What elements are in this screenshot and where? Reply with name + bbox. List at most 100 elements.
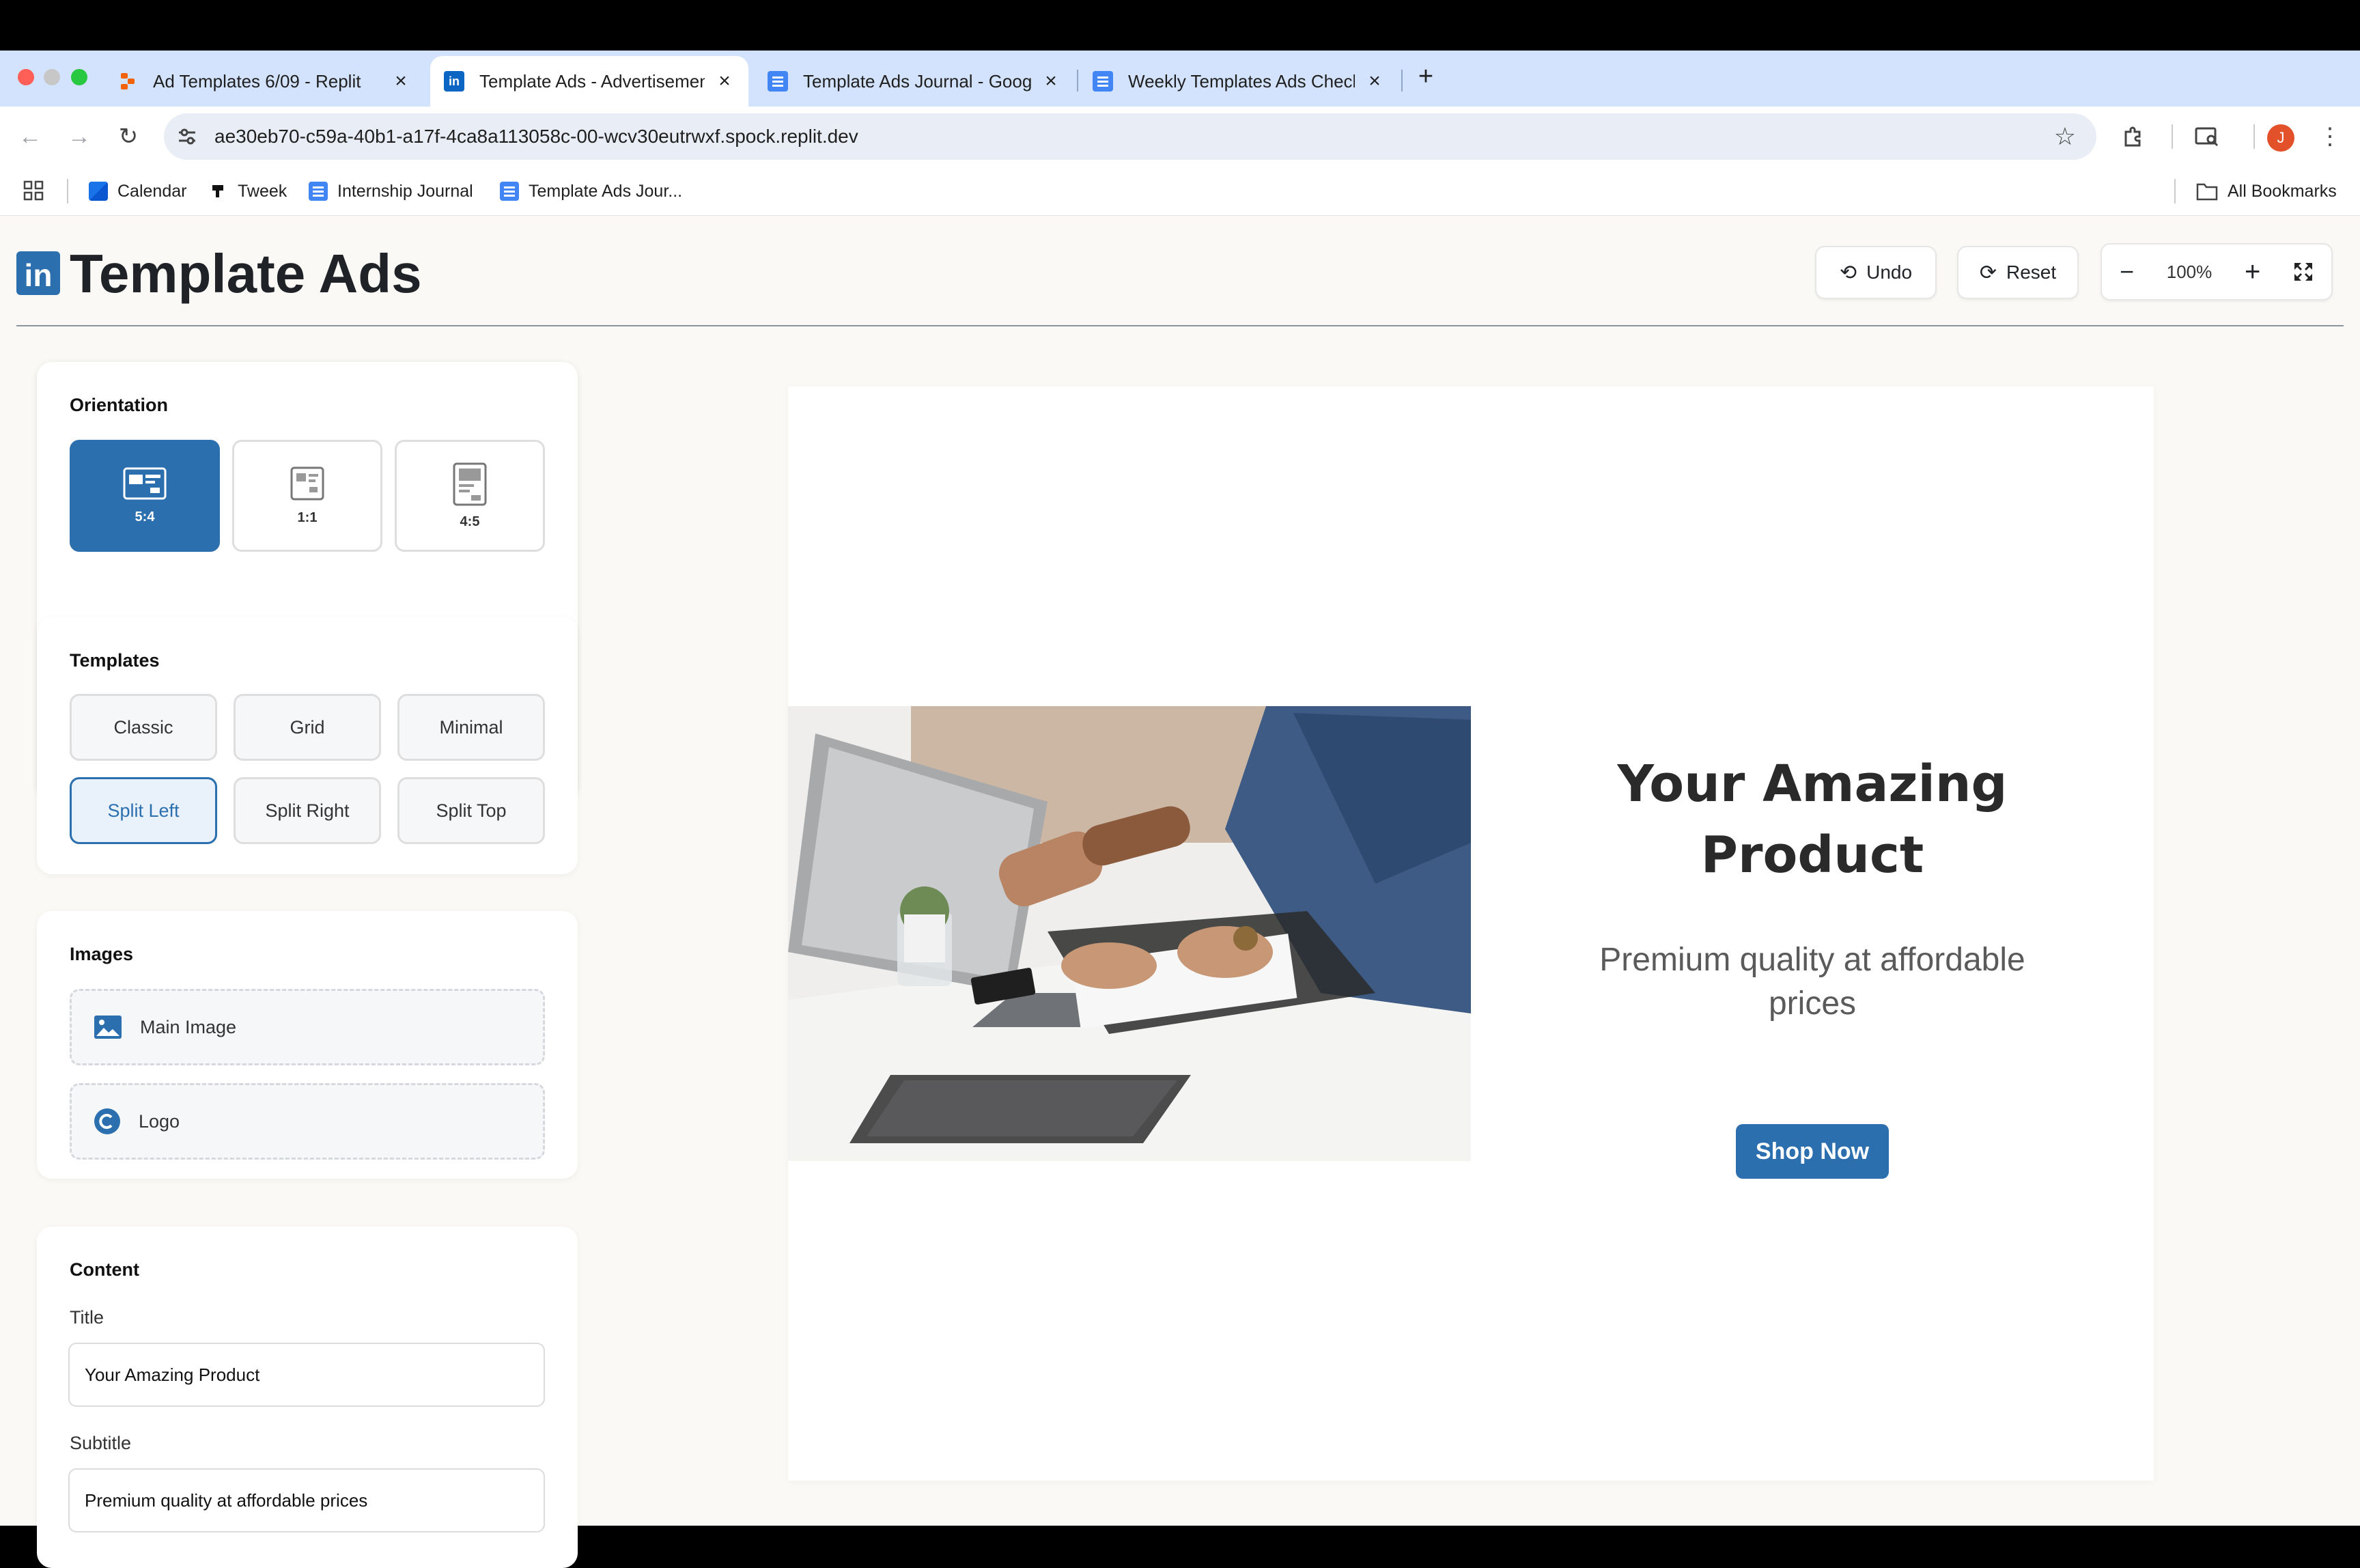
- google-docs-icon: [309, 182, 328, 201]
- reload-icon[interactable]: ↻: [112, 120, 145, 153]
- linkedin-icon: in: [444, 71, 464, 92]
- title-input[interactable]: Your Amazing Product: [68, 1343, 545, 1407]
- bookmark-internship-journal[interactable]: Internship Journal: [309, 176, 473, 206]
- ad-title: Your Amazing Product: [1471, 748, 2154, 891]
- kebab-menu-icon[interactable]: ⋮: [2314, 120, 2346, 153]
- images-card: Images Main Image Logo: [37, 911, 578, 1179]
- ad-subtitle-line: prices: [1768, 985, 1857, 1022]
- template-split-right[interactable]: Split Right: [234, 777, 381, 844]
- logo-label: Logo: [139, 1110, 180, 1132]
- ad-subtitle-line: Premium quality at affordable: [1599, 942, 2025, 978]
- reset-button[interactable]: ⟳ Reset: [1957, 246, 2079, 299]
- tab-title: Template Ads Journal - Google Docs: [803, 70, 1031, 92]
- google-docs-icon: [1093, 71, 1113, 92]
- shop-now-button[interactable]: Shop Now: [1736, 1124, 1889, 1179]
- reset-label: Reset: [2006, 262, 2057, 283]
- tab-title: Template Ads - Advertisement: [479, 70, 705, 92]
- bookmark-tweek[interactable]: Tweek: [209, 176, 287, 206]
- title-label: Title: [70, 1307, 104, 1328]
- undo-icon: ⟲: [1839, 261, 1857, 284]
- template-classic[interactable]: Classic: [70, 694, 217, 761]
- window-minimize-button[interactable]: [44, 69, 60, 85]
- orientation-5-4-option[interactable]: 5:4: [70, 440, 220, 552]
- tweek-icon: [209, 182, 228, 201]
- tab-close-icon[interactable]: ×: [1364, 70, 1385, 93]
- extensions-icon[interactable]: [2117, 120, 2150, 153]
- profile-avatar[interactable]: J: [2267, 124, 2294, 152]
- replit-icon: [117, 71, 138, 92]
- bookmark-star-icon[interactable]: ☆: [2054, 122, 2076, 151]
- tab-ad-templates[interactable]: Ad Templates 6/09 - Replit ×: [104, 56, 425, 107]
- template-grid[interactable]: Grid: [234, 694, 381, 761]
- orientation-heading: Orientation: [70, 395, 169, 415]
- bookmarks-bar: Calendar Tweek Internship Journal Templa…: [0, 167, 2360, 216]
- tab-title: Ad Templates 6/09 - Replit: [153, 70, 361, 92]
- site-settings-icon[interactable]: [176, 126, 203, 148]
- window-maximize-button[interactable]: [71, 69, 87, 85]
- tab-template-ads[interactable]: in Template Ads - Advertisement ×: [430, 56, 748, 107]
- ad-preview-canvas: Your Amazing Product Premium quality at …: [788, 387, 2154, 1481]
- zoom-controls: − 100% +: [2101, 243, 2333, 300]
- main-image-upload[interactable]: Main Image: [70, 989, 545, 1065]
- undo-label: Undo: [1866, 262, 1913, 283]
- tab-divider: [1077, 70, 1078, 92]
- tab-search-icon[interactable]: [2191, 120, 2223, 153]
- bookmark-template-ads-journal[interactable]: Template Ads Jour...: [500, 176, 682, 206]
- orientation-label: 1:1: [297, 509, 318, 525]
- browser-toolbar: ← → ↻ ae30eb70-c59a-40b1-a17f-4ca8a11305…: [0, 107, 2360, 167]
- bookmark-label: Template Ads Jour...: [529, 181, 683, 201]
- toolbar-divider: [2253, 124, 2255, 149]
- image-icon: [94, 1015, 122, 1039]
- template-split-left[interactable]: Split Left: [70, 777, 217, 844]
- logo-upload[interactable]: Logo: [70, 1083, 545, 1160]
- back-arrow-icon[interactable]: ←: [14, 120, 46, 153]
- tab-title: Weekly Templates Ads Check-in: [1128, 70, 1355, 92]
- orientation-label: 5:4: [135, 509, 155, 524]
- tab-weekly-check-in[interactable]: Weekly Templates Ads Check-in ×: [1079, 56, 1399, 107]
- new-tab-button[interactable]: +: [1411, 61, 1441, 92]
- images-heading: Images: [70, 944, 134, 964]
- bookmark-divider: [2174, 179, 2176, 204]
- apps-grid-icon[interactable]: [23, 180, 44, 201]
- orientation-1-1-option[interactable]: 1:1: [232, 440, 382, 552]
- app-title: Template Ads: [70, 243, 422, 304]
- google-docs-icon: [768, 71, 788, 92]
- zoom-level: 100%: [2166, 261, 2212, 282]
- url-text[interactable]: ae30eb70-c59a-40b1-a17f-4ca8a113058c-00-…: [214, 126, 858, 148]
- logo-c-icon: [94, 1108, 121, 1135]
- subtitle-input[interactable]: Premium quality at affordable prices: [68, 1468, 545, 1532]
- tab-template-ads-journal[interactable]: Template Ads Journal - Google Docs ×: [754, 56, 1075, 107]
- content-heading: Content: [70, 1259, 139, 1280]
- app-page: in Template Ads ⟲ Undo ⟳ Reset − 100% + …: [0, 216, 2360, 1568]
- tab-close-icon[interactable]: ×: [714, 70, 735, 93]
- fullscreen-icon[interactable]: [2293, 262, 2314, 282]
- zoom-out-button[interactable]: −: [2120, 257, 2134, 286]
- calendar-icon: [89, 182, 108, 201]
- undo-button[interactable]: ⟲ Undo: [1815, 246, 1937, 299]
- window-close-button[interactable]: [18, 69, 34, 85]
- bookmark-calendar[interactable]: Calendar: [89, 176, 186, 206]
- ad-subtitle: Premium quality at affordable prices: [1471, 938, 2154, 1026]
- bookmark-label: Calendar: [117, 181, 187, 201]
- forward-arrow-icon[interactable]: →: [63, 120, 96, 153]
- tab-divider: [1401, 70, 1403, 92]
- browser-tab-strip: Ad Templates 6/09 - Replit × in Template…: [0, 51, 2360, 107]
- zoom-in-button[interactable]: +: [2245, 257, 2260, 288]
- landscape-layout-icon: [123, 467, 167, 499]
- template-minimal[interactable]: Minimal: [397, 694, 545, 761]
- tab-close-icon[interactable]: ×: [391, 70, 411, 93]
- templates-card: Templates Classic Grid Minimal Split Lef…: [37, 617, 578, 874]
- square-layout-icon: [290, 466, 324, 500]
- tab-close-icon[interactable]: ×: [1041, 70, 1061, 93]
- linkedin-logo: in: [16, 251, 60, 295]
- address-bar[interactable]: ae30eb70-c59a-40b1-a17f-4ca8a113058c-00-…: [164, 113, 2096, 160]
- toolbar-divider: [2172, 124, 2173, 149]
- bookmark-label: All Bookmarks: [2228, 181, 2337, 201]
- main-ad-image: [788, 706, 1471, 1161]
- template-split-top[interactable]: Split Top: [397, 777, 545, 844]
- content-card: Content Title Your Amazing Product Subti…: [37, 1227, 578, 1568]
- main-image-label: Main Image: [140, 1016, 237, 1037]
- orientation-4-5-option[interactable]: 4:5: [395, 440, 545, 552]
- all-bookmarks[interactable]: All Bookmarks: [2196, 176, 2337, 206]
- templates-heading: Templates: [70, 650, 160, 671]
